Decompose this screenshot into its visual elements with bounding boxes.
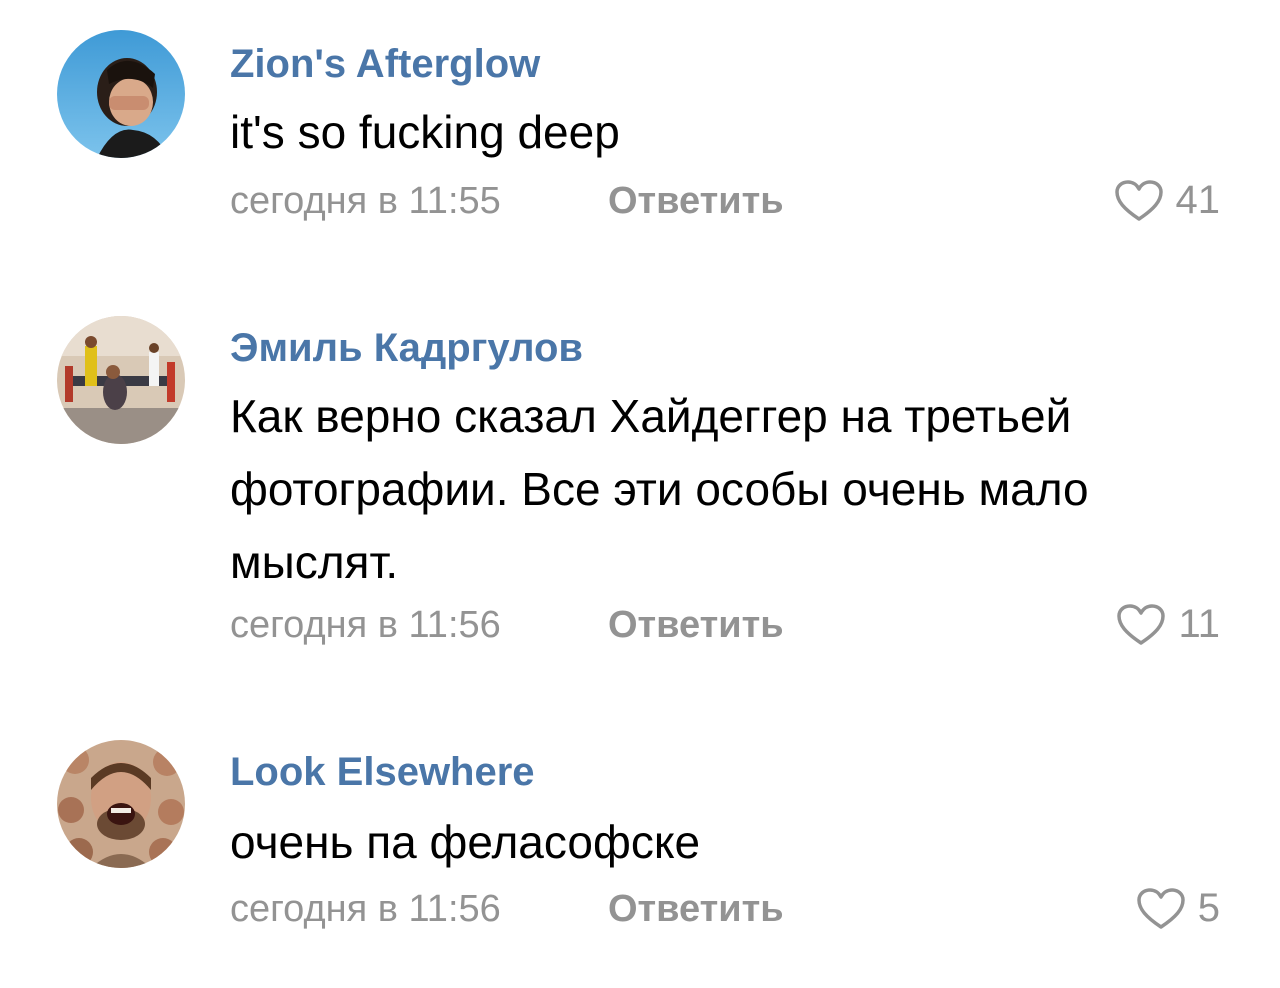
avatar[interactable] xyxy=(57,316,185,444)
avatar[interactable] xyxy=(57,740,185,868)
heart-outline-icon xyxy=(1136,887,1186,931)
comment-text: it's so fucking deep xyxy=(230,106,620,158)
comment-timestamp: сегодня в 11:56 xyxy=(230,888,501,930)
comment-author[interactable]: Zion's Afterglow xyxy=(230,42,540,87)
avatar-image xyxy=(57,316,185,444)
reply-button[interactable]: Ответить xyxy=(608,888,784,931)
like-button[interactable]: 5 xyxy=(1136,886,1220,931)
like-count: 11 xyxy=(1178,602,1220,646)
heart-outline-icon xyxy=(1116,603,1166,647)
avatar[interactable] xyxy=(57,30,185,158)
avatar-image xyxy=(57,740,185,868)
comment-timestamp: сегодня в 11:55 xyxy=(230,180,501,222)
heart-outline-icon xyxy=(1114,179,1164,223)
like-count: 5 xyxy=(1197,886,1220,930)
comment-author[interactable]: Look Elsewhere xyxy=(230,750,535,795)
like-button[interactable]: 41 xyxy=(1114,178,1221,223)
comment-text: Как верно сказал Хайдеггер на третьей фо… xyxy=(230,390,1089,588)
comment-timestamp: сегодня в 11:56 xyxy=(230,604,501,646)
like-count: 41 xyxy=(1175,178,1221,222)
reply-button[interactable]: Ответить xyxy=(608,180,784,223)
comment-author[interactable]: Эмиль Кадргулов xyxy=(230,326,583,371)
comment-text: очень па феласофске xyxy=(230,816,701,868)
avatar-image xyxy=(57,30,185,158)
reply-button[interactable]: Ответить xyxy=(608,604,784,647)
like-button[interactable]: 11 xyxy=(1116,602,1220,647)
